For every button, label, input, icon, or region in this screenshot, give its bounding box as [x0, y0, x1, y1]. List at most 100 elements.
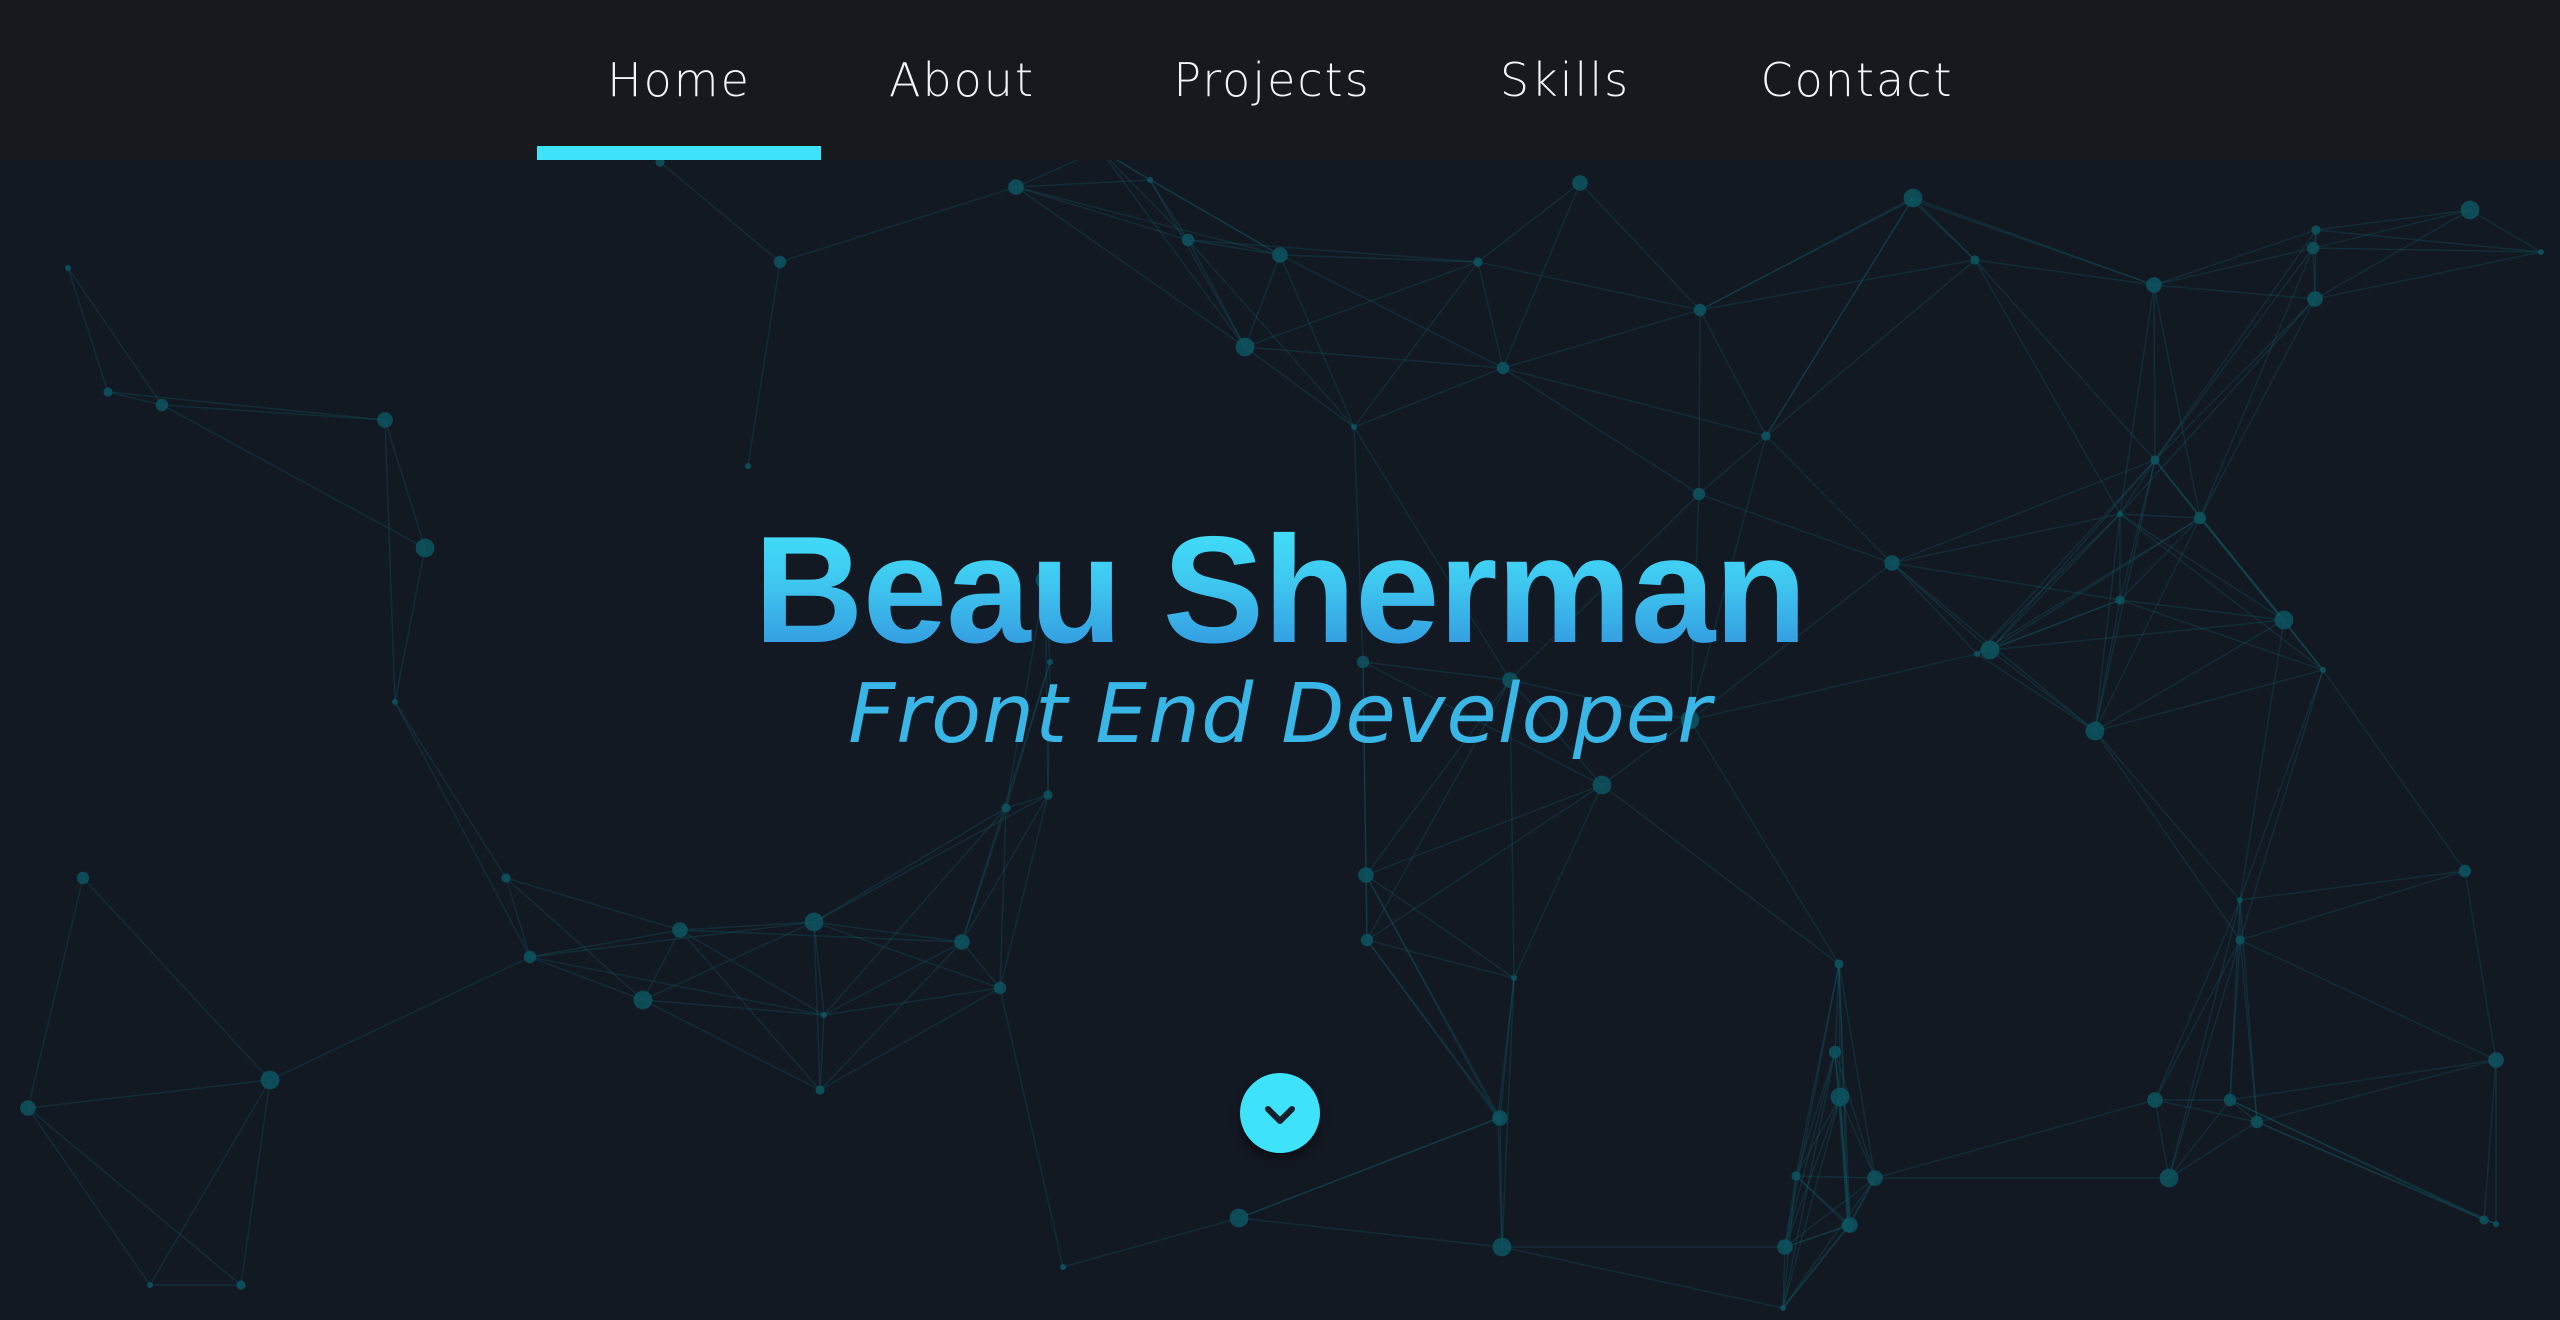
particle-node	[103, 387, 113, 397]
particle-link	[1784, 1096, 1841, 1248]
particle-node	[2235, 935, 2245, 945]
top-navbar: Home About Projects Skills Contact	[0, 0, 2560, 160]
particle-link	[1187, 239, 1479, 263]
particle-link	[2199, 298, 2316, 519]
particle-node	[1780, 1305, 1786, 1311]
particle-link	[2199, 247, 2314, 519]
particle-link	[1782, 1051, 1836, 1309]
particle-link	[1279, 254, 1479, 263]
nav-item-projects[interactable]: Projects	[1127, 0, 1417, 160]
particle-node	[1511, 975, 1517, 981]
particle-node	[745, 463, 751, 469]
particle-node	[2150, 455, 2160, 465]
particle-link	[2229, 1099, 2485, 1221]
particle-link	[2154, 939, 2241, 1101]
particle-node	[1791, 1171, 1801, 1181]
particle-node	[2311, 225, 2321, 235]
particle-link	[1502, 309, 1701, 369]
active-nav-indicator	[537, 146, 821, 160]
particle-link	[1974, 259, 2156, 461]
particle-link	[1795, 1175, 1876, 1179]
particle-link	[1698, 435, 1767, 495]
particle-node	[1761, 431, 1771, 441]
particle-node	[1235, 337, 1255, 357]
particle-node	[773, 255, 787, 269]
nav-item-home[interactable]: Home	[537, 0, 821, 160]
particle-node	[1043, 790, 1053, 800]
particle-link	[1601, 784, 1840, 965]
particle-link	[1187, 239, 1355, 428]
particle-link	[529, 956, 825, 1016]
particle-node	[672, 922, 688, 938]
particle-link	[2154, 1099, 2258, 1123]
particle-node	[236, 1280, 246, 1290]
particle-link	[1765, 199, 1913, 437]
nav-item-about[interactable]: About	[858, 0, 1066, 160]
particle-link	[1911, 199, 2155, 286]
particle-node	[1842, 1217, 1858, 1233]
particle-node	[993, 981, 1007, 995]
particle-node	[1360, 933, 1374, 947]
particle-link	[1149, 179, 1246, 348]
particle-link	[1784, 1051, 1836, 1248]
particle-node	[1181, 233, 1195, 247]
particle-link	[999, 987, 1064, 1268]
scroll-down-button[interactable]	[1240, 1073, 1320, 1153]
particle-node	[76, 871, 90, 885]
particle-node	[1492, 1110, 1508, 1126]
particle-link	[1502, 367, 1700, 495]
particle-link	[2154, 899, 2241, 1101]
particle-link	[2464, 870, 2497, 1061]
particle-link	[2168, 939, 2241, 1179]
particle-link	[642, 999, 825, 1016]
particle-link	[1279, 254, 1504, 369]
particle-link	[1502, 367, 1767, 437]
landing-page: Home About Projects Skills Contact Beau …	[0, 0, 2560, 1320]
particle-link	[2153, 284, 2156, 461]
particle-node	[1358, 867, 1374, 883]
particle-link	[27, 1079, 271, 1109]
particle-node	[1496, 361, 1510, 375]
particle-link	[1501, 1246, 1784, 1309]
particle-link	[813, 794, 1049, 923]
particle-link	[505, 877, 681, 931]
nav-item-contact[interactable]: Contact	[1720, 0, 1994, 160]
particle-node	[1970, 255, 1980, 265]
particle-link	[161, 404, 386, 421]
particle-node	[1828, 1045, 1842, 1059]
particle-link	[1244, 346, 1504, 369]
particle-link	[1366, 939, 1501, 1119]
particle-node	[2147, 1092, 2163, 1108]
particle-node	[1492, 1237, 1512, 1257]
chevron-down-icon	[1265, 1106, 1295, 1124]
particle-link	[642, 921, 815, 1001]
particle-link	[82, 877, 271, 1081]
hero-role: Front End Developer	[848, 667, 1712, 762]
particle-node	[1060, 1264, 1066, 1270]
particle-node	[1592, 775, 1612, 795]
particle-link	[149, 1079, 271, 1286]
particle-link	[642, 999, 821, 1091]
particle-link	[1579, 182, 1701, 311]
particle-link	[1244, 261, 1479, 348]
nav-item-skills[interactable]: Skills	[1470, 0, 1660, 160]
particle-link	[1477, 261, 1701, 311]
particle-node	[1272, 247, 1288, 263]
particle-node	[1229, 1208, 1249, 1228]
particle-node	[1473, 257, 1483, 267]
hero-name: Beau Sherman	[0, 505, 2560, 675]
particle-link	[999, 794, 1049, 989]
particle-link	[27, 877, 84, 1109]
particle-link	[1699, 199, 1913, 311]
particle-node	[2458, 864, 2472, 878]
particle-link	[1015, 186, 1281, 256]
particle-link	[2483, 1059, 2497, 1221]
particle-node	[2237, 897, 2243, 903]
particle-link	[1699, 309, 1767, 437]
particle-node	[633, 990, 653, 1010]
particle-node	[2538, 249, 2544, 255]
particle-link	[1765, 259, 1976, 437]
particle-link	[1279, 254, 1355, 428]
particle-link	[1502, 182, 1581, 369]
particle-link	[240, 1079, 271, 1286]
